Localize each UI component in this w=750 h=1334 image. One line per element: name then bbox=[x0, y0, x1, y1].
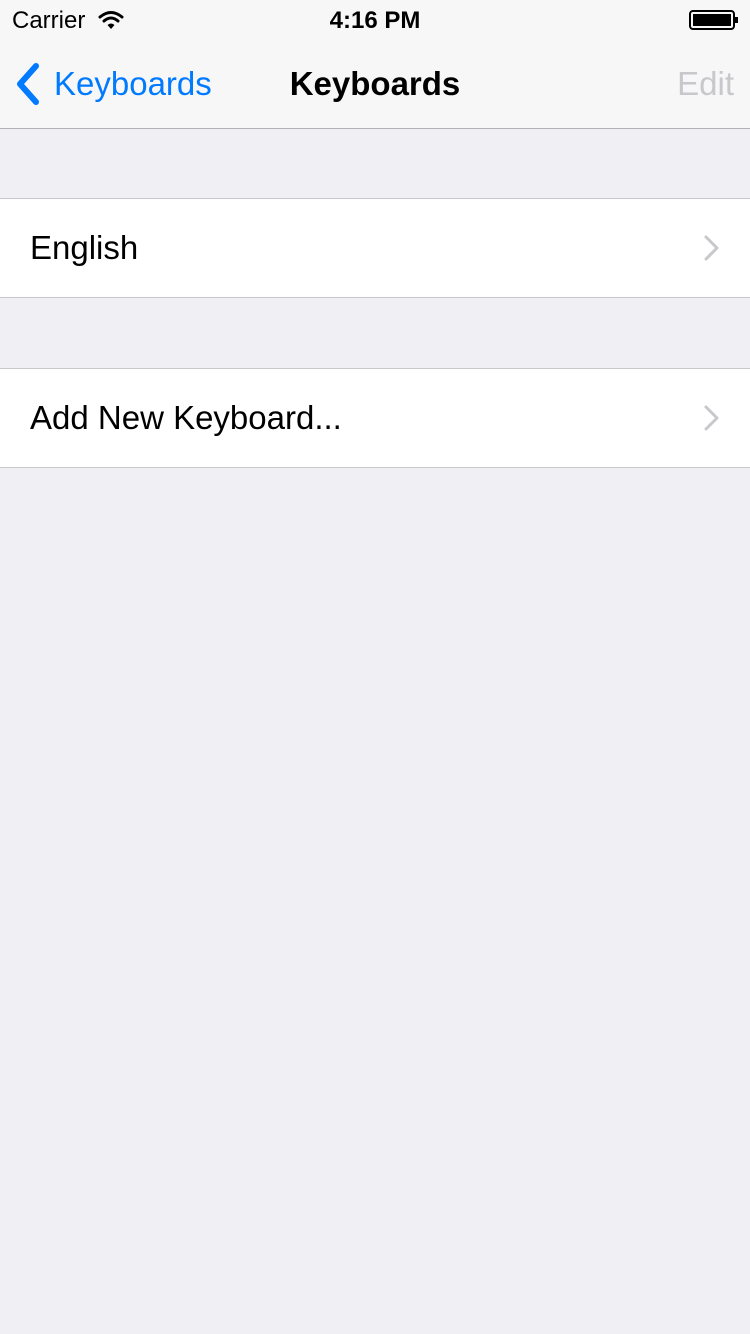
chevron-right-icon bbox=[704, 235, 719, 261]
edit-button[interactable]: Edit bbox=[677, 62, 734, 106]
page-title: Keyboards bbox=[289, 65, 461, 102]
navigation-bar: Keyboards Keyboards Edit bbox=[0, 40, 750, 129]
list-item-label: English bbox=[30, 229, 139, 266]
list-item-add-new-keyboard[interactable]: Add New Keyboard... bbox=[0, 368, 750, 468]
status-bar: Carrier 4:16 PM bbox=[0, 0, 750, 40]
status-time: 4:16 PM bbox=[329, 7, 421, 34]
list-item-label: Add New Keyboard... bbox=[30, 399, 342, 436]
chevron-right-icon bbox=[704, 405, 719, 431]
battery-icon bbox=[689, 10, 738, 30]
list-item-english[interactable]: English bbox=[0, 198, 750, 298]
